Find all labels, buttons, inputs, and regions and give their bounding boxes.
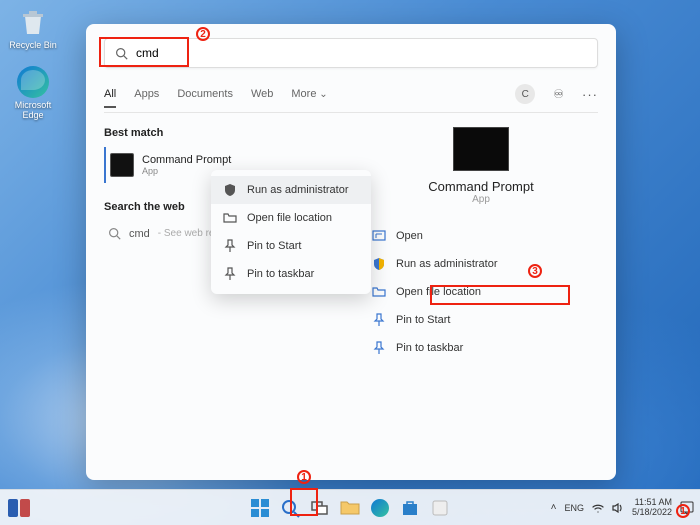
action-pin-start[interactable]: Pin to Start [364, 307, 598, 333]
search-input-container[interactable] [104, 38, 598, 68]
tray-chevron-icon[interactable]: ˄ [551, 502, 557, 513]
desktop-icon-recycle-bin[interactable]: Recycle Bin [6, 6, 60, 50]
detail-pane: Command Prompt App Open Run as administr… [334, 127, 598, 361]
taskbar-center [248, 496, 452, 520]
pin-icon [372, 341, 386, 355]
volume-icon[interactable] [612, 503, 624, 513]
search-tabs: All Apps Documents Web More C ♾ ··· [104, 84, 598, 113]
search-icon [108, 227, 121, 240]
search-input[interactable] [136, 46, 587, 60]
tab-documents[interactable]: Documents [177, 88, 233, 100]
tab-web[interactable]: Web [251, 88, 273, 100]
tab-apps[interactable]: Apps [134, 88, 159, 100]
wifi-icon[interactable] [592, 503, 604, 513]
clock[interactable]: 11:51 AM 5/18/2022 [632, 498, 672, 518]
action-run-admin[interactable]: Run as administrator [364, 251, 598, 277]
action-open[interactable]: Open [364, 223, 598, 249]
action-open-location[interactable]: Open file location [364, 279, 598, 305]
ctx-pin-taskbar[interactable]: Pin to taskbar [211, 260, 371, 288]
detail-app-sub: App [364, 194, 598, 205]
search-button[interactable] [278, 496, 302, 520]
tab-more[interactable]: More [291, 88, 327, 100]
annotation-1: 1 [297, 470, 311, 484]
options-icon[interactable]: ♾ [553, 87, 564, 101]
open-icon [372, 229, 386, 243]
edge-button[interactable] [368, 496, 392, 520]
user-avatar[interactable]: C [515, 84, 535, 104]
shield-icon [223, 183, 237, 197]
ctx-run-admin[interactable]: Run as administrator [211, 176, 371, 204]
search-icon [115, 47, 128, 60]
store-button[interactable] [398, 496, 422, 520]
edge-icon [17, 66, 49, 98]
task-view-button[interactable] [308, 496, 332, 520]
ctx-pin-start[interactable]: Pin to Start [211, 232, 371, 260]
context-menu: Run as administrator Open file location … [211, 170, 371, 294]
start-button[interactable] [248, 496, 272, 520]
desktop-icon-edge[interactable]: Microsoft Edge [6, 66, 60, 120]
taskbar: ˄ ENG 11:51 AM 5/18/2022 [0, 489, 700, 525]
folder-icon [372, 285, 386, 299]
folder-icon [223, 211, 237, 225]
desktop-icon-label: Recycle Bin [6, 40, 60, 50]
system-tray: ˄ ENG 11:51 AM 5/18/2022 [551, 498, 694, 518]
tab-all[interactable]: All [104, 88, 116, 108]
annotation-corner: 1 [676, 504, 690, 518]
annotation-2: 2 [196, 27, 210, 41]
app-button[interactable] [428, 496, 452, 520]
result-title: Command Prompt [142, 154, 231, 166]
explorer-button[interactable] [338, 496, 362, 520]
action-pin-taskbar[interactable]: Pin to taskbar [364, 335, 598, 361]
pin-icon [372, 313, 386, 327]
recycle-bin-icon [17, 6, 49, 38]
web-result-term: cmd [129, 228, 150, 240]
detail-app-icon [453, 127, 509, 171]
best-match-header: Best match [104, 127, 334, 139]
tray-lang[interactable]: ENG [564, 503, 584, 513]
pin-icon [223, 239, 237, 253]
shield-icon [372, 257, 386, 271]
desktop-icon-label: Microsoft Edge [6, 100, 60, 120]
detail-app-name: Command Prompt [364, 179, 598, 194]
cmd-icon [110, 153, 134, 177]
ctx-open-location[interactable]: Open file location [211, 204, 371, 232]
annotation-3: 3 [528, 264, 542, 278]
widgets-button[interactable] [8, 499, 30, 517]
pin-icon [223, 267, 237, 281]
more-icon[interactable]: ··· [582, 87, 598, 102]
